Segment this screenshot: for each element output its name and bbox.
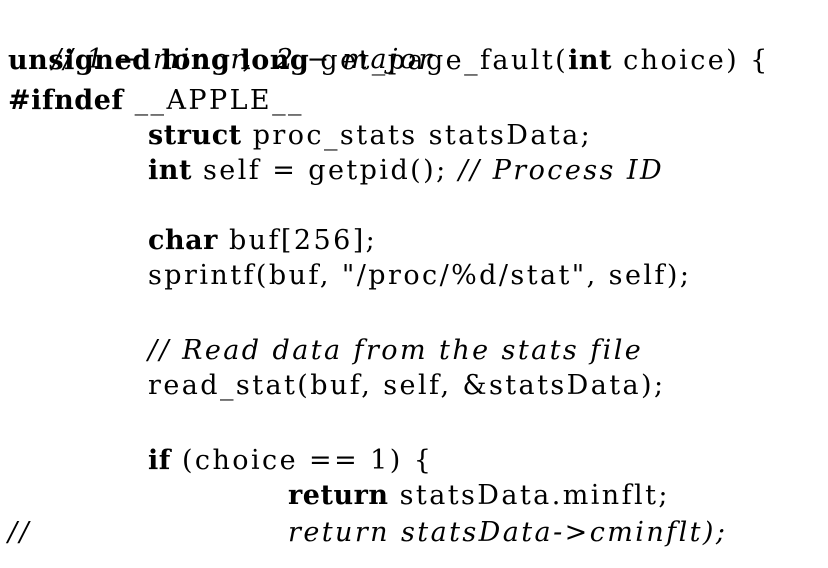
- code-keyword: #ifndef: [8, 85, 124, 116]
- code-text: buf[256];: [217, 225, 378, 256]
- code-comment: // Process ID: [458, 155, 665, 186]
- code-keyword: unsigned long long: [8, 45, 310, 76]
- code-text: __APPLE__: [123, 85, 304, 116]
- code-line-6: char buf[256];: [8, 224, 377, 258]
- code-line-5: int self = getpid(); // Process ID: [8, 154, 664, 188]
- code-line-7: sprintf(buf, "/proc/%d/stat", self);: [8, 259, 691, 293]
- code-keyword: char: [148, 225, 218, 256]
- code-text: sprintf(buf, "/proc/%d/stat", self);: [148, 260, 692, 291]
- code-comment-prefix: //: [8, 517, 32, 548]
- code-line-1: // 1 − minor, 2 − major: [8, 9, 434, 75]
- code-line-2: unsigned long long get_page_fault(int ch…: [8, 44, 770, 78]
- code-line-11: return statsData.minflt;: [8, 479, 670, 513]
- code-text: proc_stats statsData;: [241, 120, 593, 151]
- code-line-9: read_stat(buf, self, &statsData);: [8, 369, 666, 403]
- code-keyword: return: [288, 480, 389, 511]
- code-text: get_page_fault(: [309, 45, 569, 76]
- code-line-12: // return statsData->cminflt);: [8, 516, 788, 550]
- code-keyword: if: [148, 445, 171, 476]
- code-keyword: int: [148, 155, 192, 186]
- code-line-4: struct proc_stats statsData;: [8, 119, 592, 153]
- code-keyword: int: [568, 45, 613, 76]
- code-text: statsData.minflt;: [388, 480, 670, 511]
- code-line-3: #ifndef __APPLE__: [8, 84, 304, 118]
- code-comment: // Read data from the stats file: [148, 335, 644, 366]
- code-line-10: if (choice == 1) {: [8, 444, 433, 478]
- code-comment: return statsData->cminflt);: [288, 517, 728, 548]
- code-listing: // 1 − minor, 2 − major unsigned long lo…: [0, 0, 828, 568]
- code-text: read_stat(buf, self, &statsData);: [148, 370, 666, 401]
- code-text: (choice == 1) {: [170, 445, 434, 476]
- code-line-8: // Read data from the stats file: [8, 334, 643, 368]
- code-text: choice) {: [612, 45, 770, 76]
- code-keyword: struct: [148, 120, 242, 151]
- code-text: self = getpid();: [191, 155, 459, 186]
